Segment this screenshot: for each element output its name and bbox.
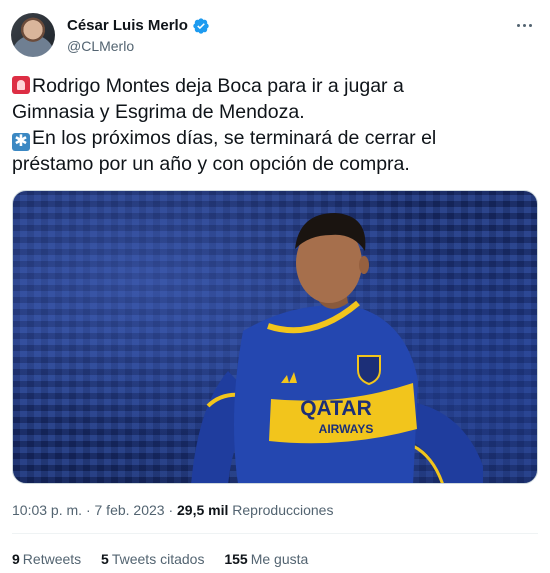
tweet-line-1: Rodrigo Montes deja Boca para ir a jugar…: [12, 73, 532, 99]
meta-separator: ·: [168, 502, 174, 518]
author-name-row: César Luis Merlo: [67, 17, 210, 35]
engagement-stats: 9 Retweets 5 Tweets citados 155 Me gusta: [12, 550, 324, 568]
retweets-stat[interactable]: 9 Retweets: [12, 551, 81, 567]
sponsor-text-bottom: AIRWAYS: [319, 422, 374, 436]
tweet-time[interactable]: 10:03 p. m.: [12, 502, 82, 518]
tweet-line-3-text: En los próximos días, se terminará de ce…: [32, 127, 437, 149]
tweet-card: César Luis Merlo @CLMerlo Rodrigo Montes…: [0, 0, 550, 573]
likes-count: 155: [224, 551, 248, 567]
tweet-meta: 10:03 p. m. · 7 feb. 2023 · 29,5 mil Rep…: [12, 501, 333, 519]
more-dot-icon: [522, 23, 526, 27]
more-options-button[interactable]: [512, 16, 536, 34]
retweets-label: Retweets: [22, 551, 82, 567]
verified-badge-icon: [193, 18, 209, 34]
avatar[interactable]: [11, 13, 55, 57]
quotes-label: Tweets citados: [111, 551, 205, 567]
more-dot-icon: [528, 23, 532, 27]
quotes-stat[interactable]: 5 Tweets citados: [101, 551, 204, 567]
player-illustration: QATAR AIRWAYS: [191, 213, 483, 483]
siren-icon: [12, 76, 30, 94]
asterisk-icon: ✱: [12, 133, 30, 151]
tweet-date[interactable]: 7 feb. 2023: [95, 502, 165, 518]
author-display-name[interactable]: César Luis Merlo: [67, 17, 188, 35]
views-label: Reproducciones: [232, 502, 334, 518]
divider: [12, 533, 538, 534]
tweet-line-2: Gimnasia y Esgrima de Mendoza.: [12, 101, 305, 123]
likes-label: Me gusta: [250, 551, 309, 567]
quotes-count: 5: [101, 551, 109, 567]
tweet-line-4: préstamo por un año y con opción de comp…: [12, 153, 410, 175]
retweets-count: 9: [12, 551, 20, 567]
likes-stat[interactable]: 155 Me gusta: [224, 551, 308, 567]
tweet-photo[interactable]: QATAR AIRWAYS: [12, 190, 538, 484]
views-count: 29,5 mil: [177, 502, 229, 518]
tweet-line-1-text: Rodrigo Montes deja Boca para ir a jugar…: [32, 75, 404, 97]
tweet-line-3: ✱ En los próximos días, se terminará de c…: [12, 125, 532, 151]
sponsor-text-top: QATAR: [300, 397, 372, 420]
tweet-text: Rodrigo Montes deja Boca para ir a jugar…: [12, 73, 532, 177]
author-handle[interactable]: @CLMerlo: [67, 37, 134, 55]
meta-separator: ·: [85, 502, 91, 518]
more-dot-icon: [516, 23, 520, 27]
